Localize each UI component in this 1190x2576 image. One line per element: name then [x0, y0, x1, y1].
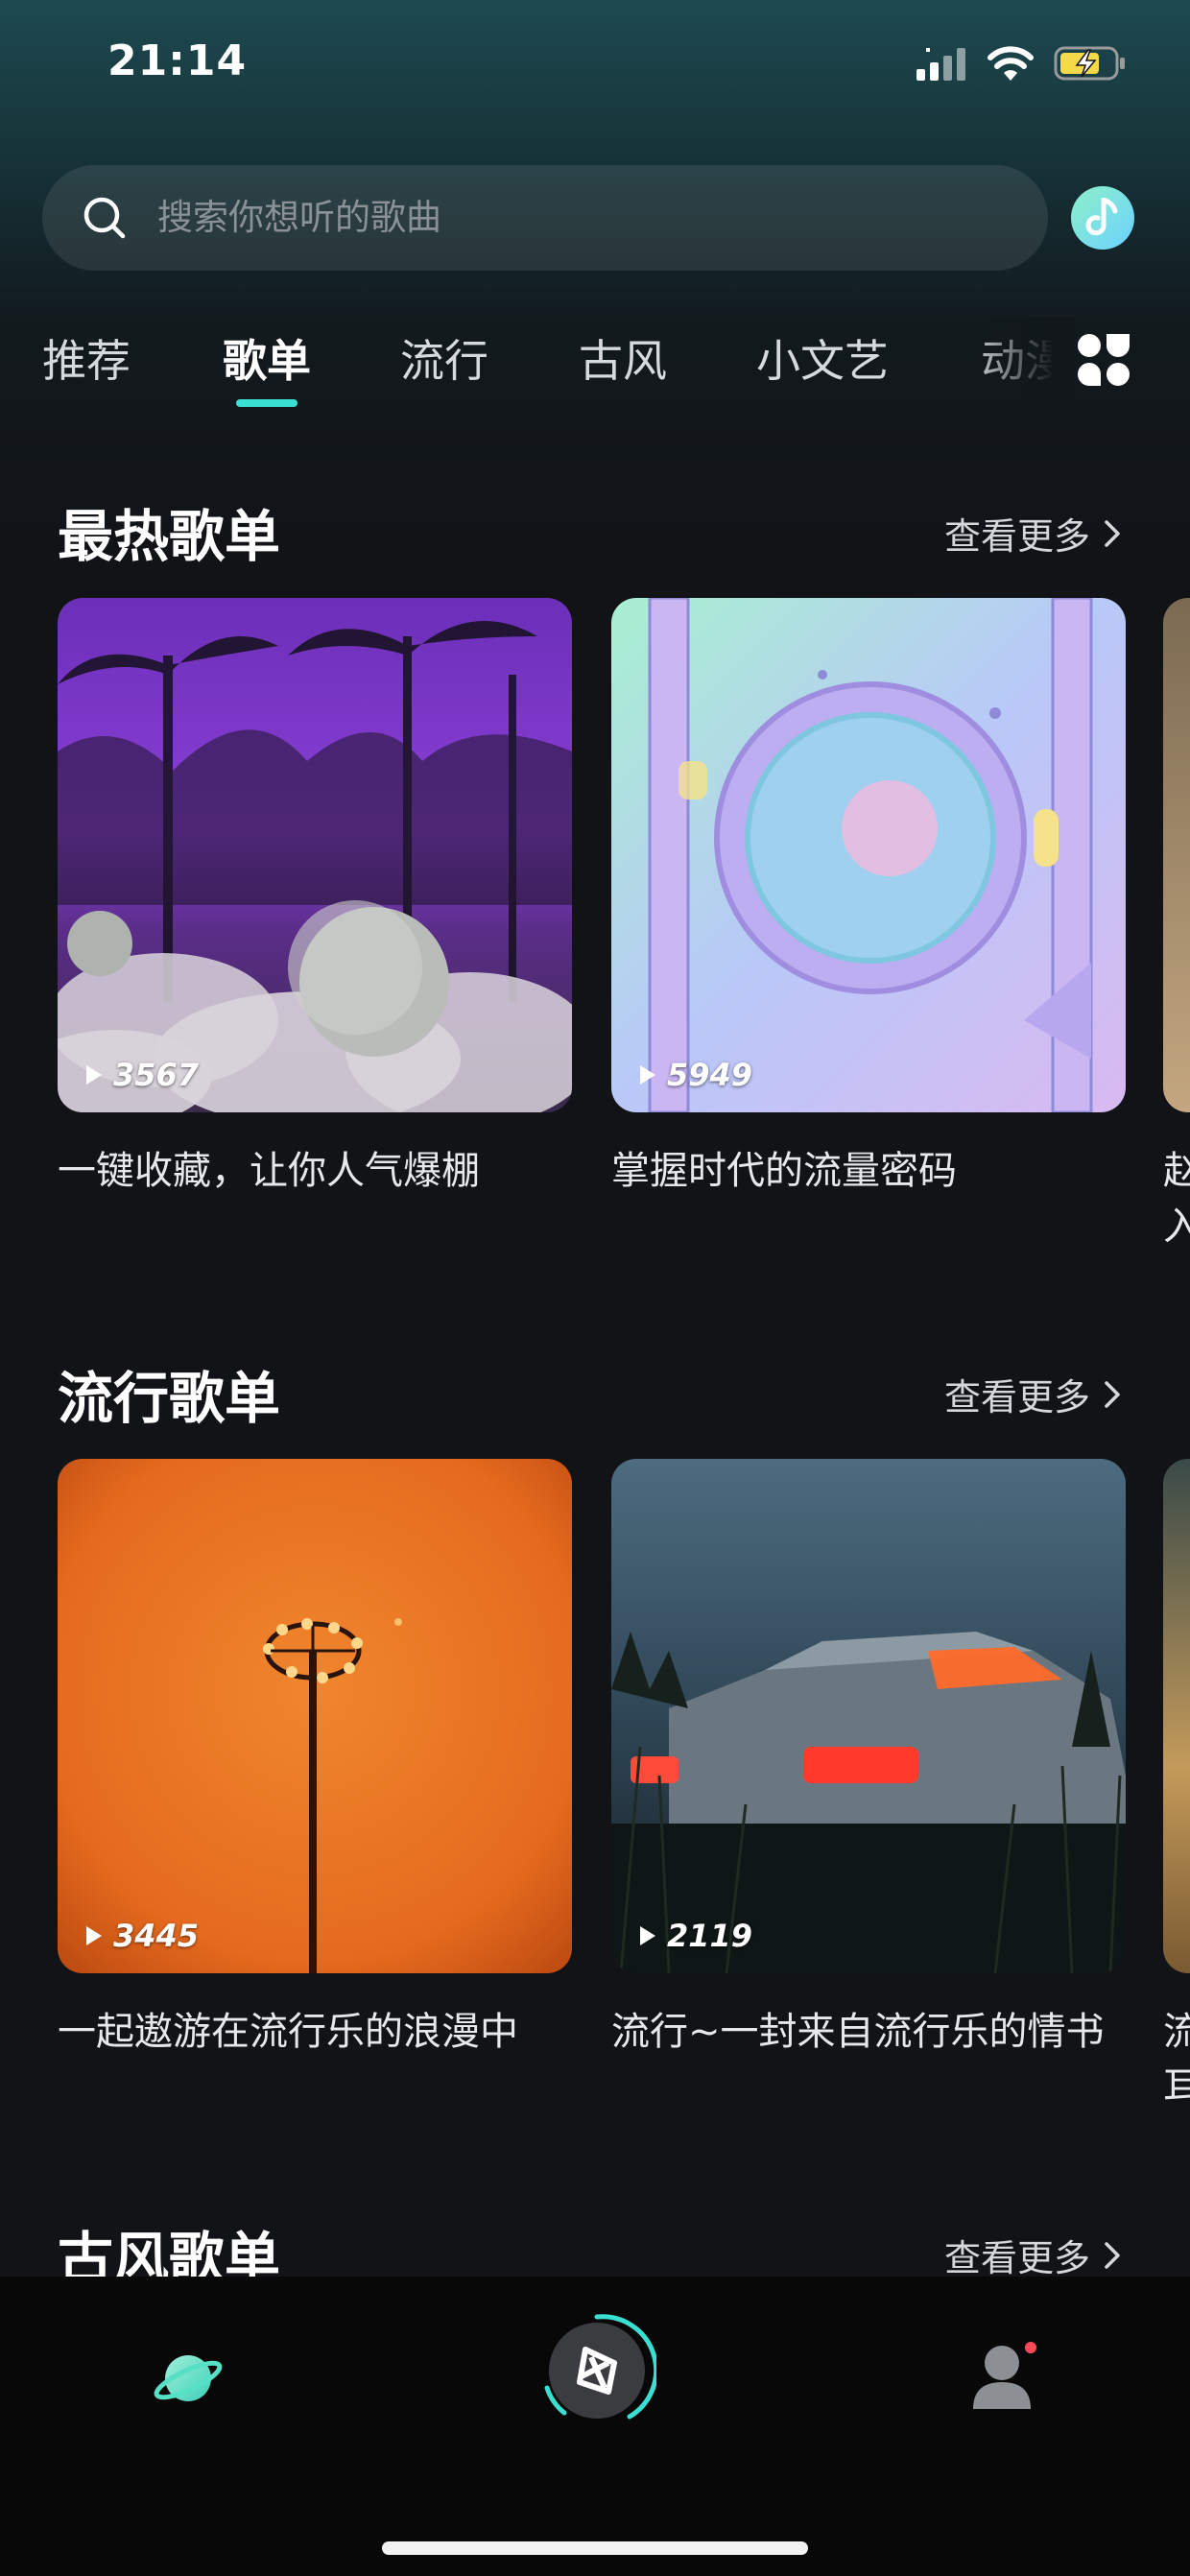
play-icon: [640, 1065, 655, 1085]
chevron-right-icon: [1105, 2241, 1120, 2269]
see-more-label: 查看更多: [944, 2237, 1091, 2279]
playlist-title-peek[interactable]: 流 耳: [1163, 2004, 1190, 2115]
play-icon: [86, 1065, 102, 1085]
see-more-label: 查看更多: [944, 515, 1091, 558]
play-count-value: 3445: [113, 1918, 200, 1954]
playlist-cover-palms[interactable]: 3567: [58, 598, 572, 1112]
playlist-cover-sunset-pole[interactable]: 3445: [58, 1459, 572, 1973]
wifi-icon: [988, 46, 1034, 81]
play-count: 2119: [638, 1918, 752, 1954]
play-count-value: 5949: [667, 1057, 753, 1093]
see-more-pop-button[interactable]: 查看更多: [944, 1368, 1121, 1420]
playlist-cover-peek[interactable]: [1163, 1459, 1190, 1973]
play-count: 3445: [84, 1918, 199, 1954]
tab-pop[interactable]: 流行: [400, 326, 488, 390]
signal-icon: [916, 48, 965, 81]
play-count: 3567: [84, 1057, 199, 1093]
see-more-hot-button[interactable]: 查看更多: [944, 507, 1121, 560]
home-indicator: [382, 2541, 808, 2555]
category-tabs: 推荐 歌单 流行 古风 小文艺 动漫: [0, 317, 1190, 422]
tab-playlists[interactable]: 歌单: [223, 326, 311, 390]
search-bar[interactable]: 搜索你想听的歌曲: [42, 165, 1048, 271]
vinyl-icon[interactable]: [537, 2311, 656, 2430]
tab-recommend[interactable]: 推荐: [42, 326, 131, 390]
play-count: 5949: [638, 1057, 752, 1093]
user-icon[interactable]: [969, 2340, 1035, 2411]
search-input[interactable]: 搜索你想听的歌曲: [157, 194, 441, 242]
active-tab-indicator: [236, 399, 298, 407]
planet-icon[interactable]: [152, 2342, 225, 2415]
status-bar: 21:14: [0, 0, 1190, 134]
music-recognition-button[interactable]: [1071, 186, 1134, 250]
playlist-cover-washer[interactable]: 5949: [611, 598, 1126, 1112]
section-title-hot: 最热歌单: [58, 504, 281, 569]
search-icon: [83, 197, 126, 239]
chevron-right-icon: [1105, 1380, 1120, 1408]
playlist-title[interactable]: 掌握时代的流量密码: [611, 1143, 1130, 1199]
play-icon: [86, 1926, 102, 1945]
playlist-title[interactable]: 一键收藏，让你人气爆棚: [58, 1143, 576, 1199]
section-title-pop: 流行歌单: [58, 1366, 281, 1431]
playlist-title[interactable]: 流行~一封来自流行乐的情书: [611, 2004, 1130, 2060]
notification-badge: [1025, 2342, 1036, 2353]
tab-indie[interactable]: 小文艺: [756, 326, 889, 390]
playlist-cover-night-car[interactable]: 2119: [611, 1459, 1126, 1973]
playlist-title-peek[interactable]: 赵 入: [1163, 1143, 1190, 1254]
status-time: 21:14: [107, 36, 248, 85]
see-more-ancient-button[interactable]: 查看更多: [944, 2229, 1121, 2281]
see-more-label: 查看更多: [944, 1376, 1091, 1419]
grid-icon[interactable]: [1075, 331, 1132, 389]
music-note-icon: [1085, 198, 1118, 236]
battery-charging-icon: [1054, 46, 1125, 81]
tab-ancient-style[interactable]: 古风: [579, 326, 667, 390]
playlist-title[interactable]: 一起遨游在流行乐的浪漫中: [58, 2004, 576, 2060]
chevron-right-icon: [1105, 519, 1120, 547]
play-count-value: 2119: [667, 1918, 753, 1954]
play-count-value: 3567: [113, 1057, 200, 1093]
play-icon: [640, 1926, 655, 1945]
playlist-cover-peek[interactable]: [1163, 598, 1190, 1112]
tabs-fade: [969, 317, 1075, 422]
